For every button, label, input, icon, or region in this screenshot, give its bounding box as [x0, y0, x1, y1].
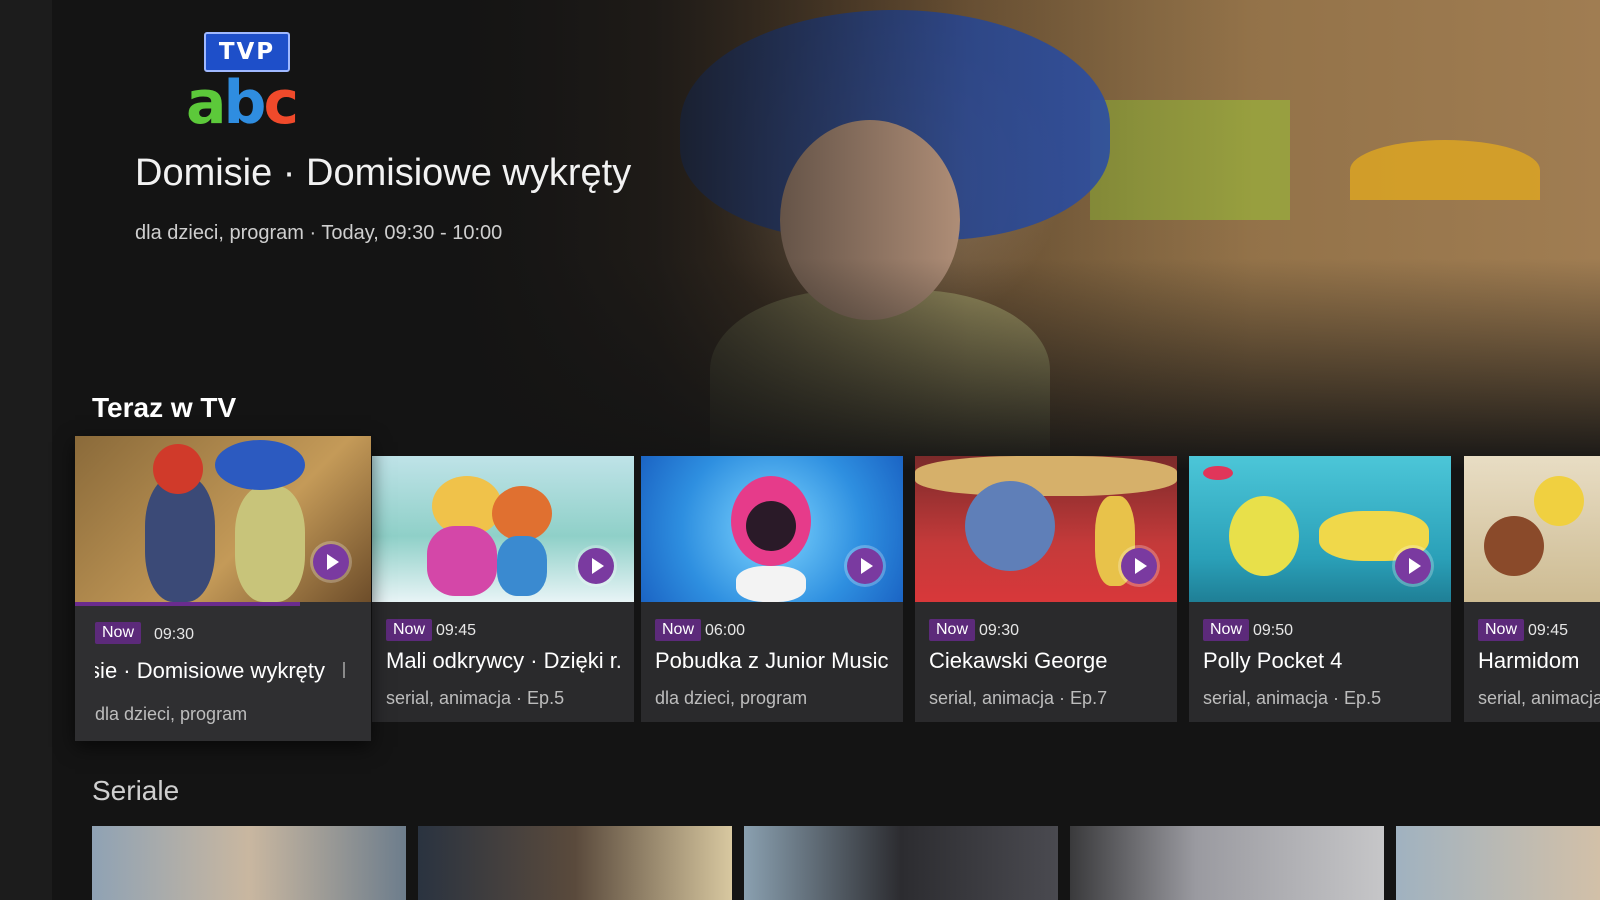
logo-abc: abc	[186, 68, 299, 138]
card-meta: serial, animacja	[1478, 688, 1600, 708]
card-time: 09:30	[154, 626, 195, 643]
now-card-1[interactable]: Now 09:30 Domisie · Domisiowe wykręty dl…	[75, 436, 371, 741]
card-meta: dla dzieci, program	[95, 704, 248, 724]
channel-logo: TVP abc	[186, 30, 312, 140]
series-card-4[interactable]	[1070, 826, 1384, 900]
card-time: 06:00	[705, 622, 746, 639]
nav-rail[interactable]	[0, 0, 52, 900]
hero-backdrop	[450, 0, 1600, 470]
row-title-series: Seriale	[92, 775, 180, 806]
series-card-1[interactable]	[92, 826, 406, 900]
now-card-6[interactable]: Now 09:45 Harmidom serial, animacja	[1464, 456, 1600, 722]
hero-meta: dla dzieci, program · Today, 09:30 - 10:…	[135, 222, 503, 244]
card-thumbnail	[1464, 456, 1600, 602]
now-card-2[interactable]: Now 09:45 Mali odkrywcy · Dzięki r.. ser…	[372, 456, 634, 722]
card-time: 09:50	[1253, 622, 1294, 639]
progress-bar	[75, 602, 300, 606]
text-cursor	[343, 662, 345, 678]
series-card-3[interactable]	[744, 826, 1058, 900]
now-badge: Now	[1203, 619, 1250, 641]
row-title-now: Teraz w TV	[92, 392, 237, 423]
card-title: Ciekawski George	[929, 648, 1108, 673]
card-title: Pobudka z Junior Music	[655, 648, 889, 673]
hero-title: Domisie · Domisiowe wykręty	[135, 152, 632, 194]
now-badge: Now	[1478, 619, 1525, 641]
now-badge: Now	[655, 619, 702, 641]
play-icon[interactable]	[847, 548, 883, 584]
card-meta: serial, animacja · Ep.5	[386, 688, 565, 708]
now-card-5[interactable]: Now 09:50 Polly Pocket 4 serial, animacj…	[1189, 456, 1451, 722]
now-card-4[interactable]: Now 09:30 Ciekawski George serial, anima…	[915, 456, 1177, 722]
logo-tvp: TVP	[204, 32, 290, 72]
series-card-2[interactable]	[418, 826, 732, 900]
card-meta: dla dzieci, program	[655, 688, 808, 708]
card-meta: serial, animacja · Ep.7	[929, 688, 1108, 708]
card-title: Domisie · Domisiowe wykręty	[95, 658, 325, 683]
now-badge: Now	[386, 619, 433, 641]
now-badge: Now	[929, 619, 976, 641]
play-icon[interactable]	[1121, 548, 1157, 584]
play-icon[interactable]	[578, 548, 614, 584]
card-title: Harmidom	[1478, 648, 1580, 673]
play-icon[interactable]	[1395, 548, 1431, 584]
card-title: Polly Pocket 4	[1203, 648, 1343, 673]
now-badge: Now	[95, 622, 142, 644]
card-time: 09:30	[979, 622, 1020, 639]
card-time: 09:45	[1528, 622, 1569, 639]
play-icon[interactable]	[313, 544, 349, 580]
now-card-3[interactable]: Now 06:00 Pobudka z Junior Music dla dzi…	[641, 456, 903, 722]
series-card-5[interactable]	[1396, 826, 1600, 900]
card-time: 09:45	[436, 622, 477, 639]
card-title: Mali odkrywcy · Dzięki r..	[386, 648, 622, 673]
card-meta: serial, animacja · Ep.5	[1203, 688, 1382, 708]
